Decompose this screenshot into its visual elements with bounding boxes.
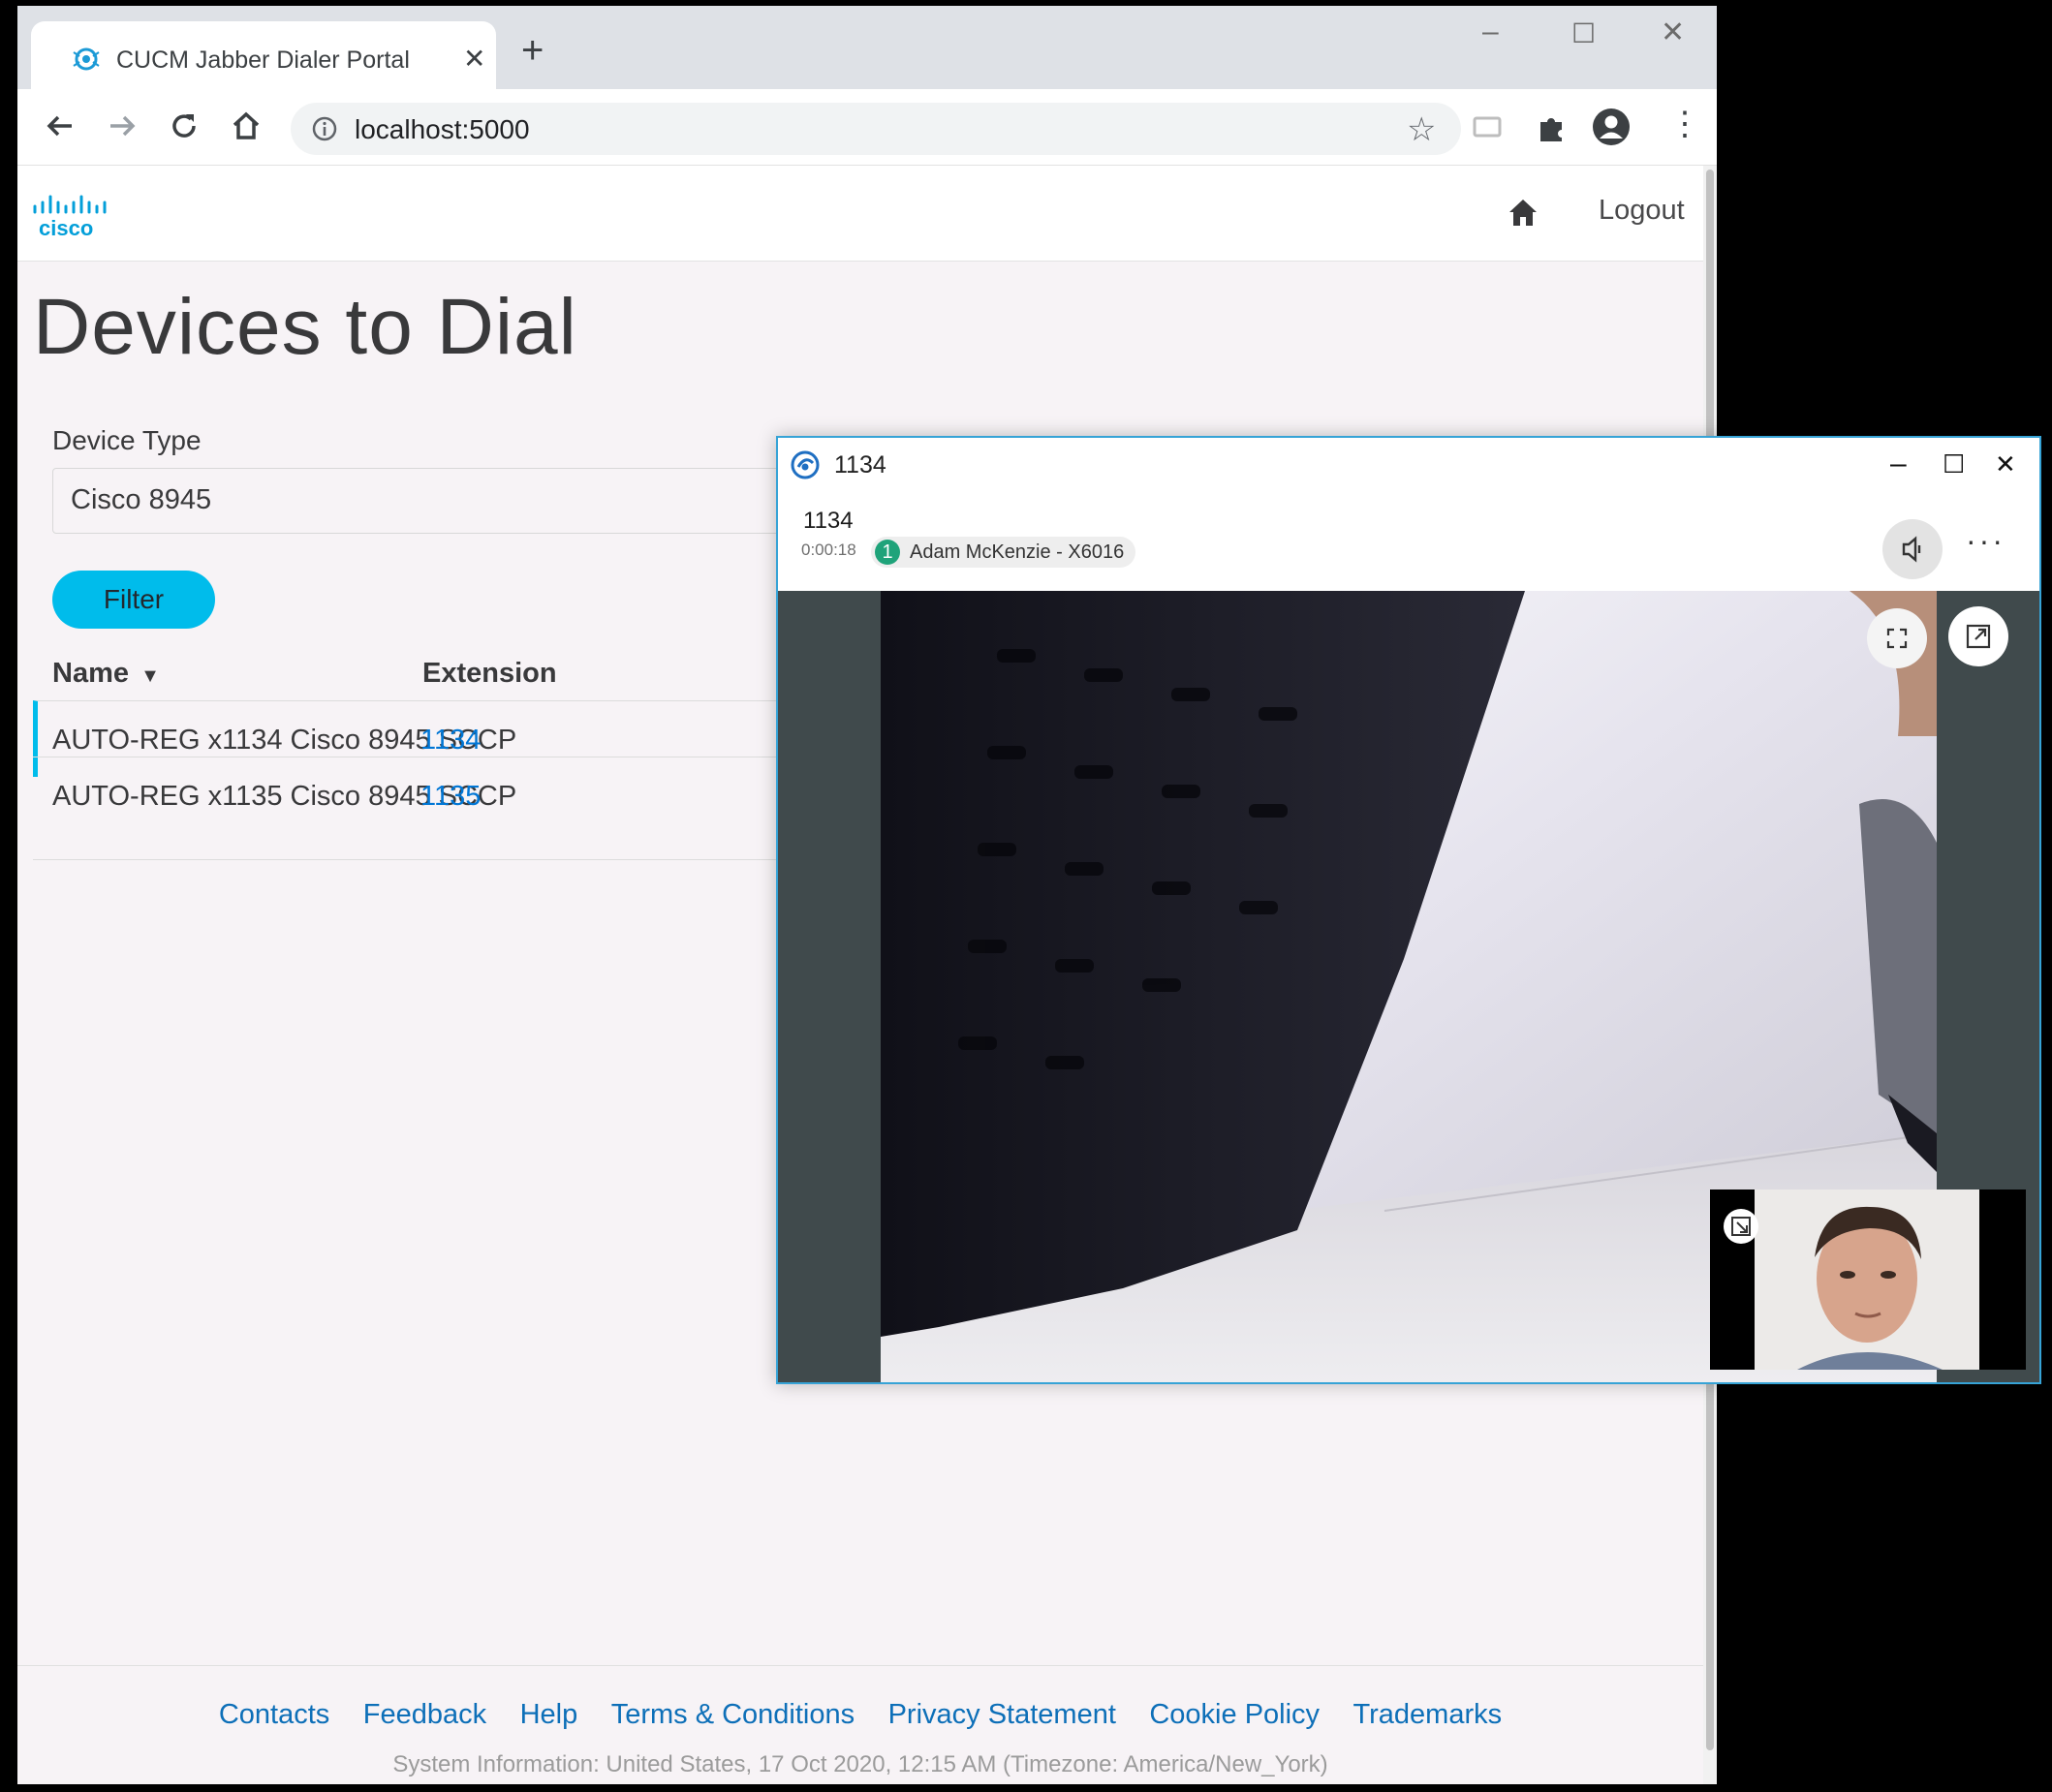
system-information: System Information: United States, 17 Oc… xyxy=(392,1751,1328,1777)
browser-menu-icon[interactable]: ⋮ xyxy=(1668,103,1701,145)
participant-chip[interactable]: 1 Adam McKenzie - X6016 xyxy=(871,537,1136,568)
column-header-extension[interactable]: Extension xyxy=(422,658,557,690)
url-text: localhost:5000 xyxy=(355,114,530,144)
tab-close-icon[interactable]: ✕ xyxy=(463,43,485,75)
home-icon[interactable] xyxy=(227,107,265,145)
minimize-icon[interactable]: – xyxy=(1482,15,1499,48)
more-options-icon[interactable]: ··· xyxy=(1966,525,2005,556)
footer-link-contacts[interactable]: Contacts xyxy=(219,1699,329,1730)
speaker-volume-button[interactable] xyxy=(1882,519,1943,579)
call-maximize-icon[interactable]: ☐ xyxy=(1943,449,1965,479)
tab-bar: CUCM Jabber Dialer Portal ✕ + – ☐ ✕ xyxy=(17,6,1717,89)
extension-link[interactable]: 1135 xyxy=(420,781,481,813)
column-header-name-label: Name xyxy=(52,658,129,689)
call-window-title: 1134 xyxy=(834,451,886,479)
close-window-icon[interactable]: ✕ xyxy=(1661,15,1685,49)
cast-icon[interactable] xyxy=(1471,110,1506,143)
call-info-bar: 1134 0:00:18 1 Adam McKenzie - X6016 ··· xyxy=(778,494,2039,591)
cisco-logo-text: cisco xyxy=(39,216,93,240)
site-home-icon[interactable] xyxy=(1506,195,1540,230)
filter-button[interactable]: Filter xyxy=(52,571,215,629)
call-duration: 0:00:18 xyxy=(801,541,856,559)
footer-link-feedback[interactable]: Feedback xyxy=(363,1699,486,1730)
self-view-video[interactable] xyxy=(1710,1190,2026,1370)
tab-title: CUCM Jabber Dialer Portal xyxy=(116,46,410,74)
jabber-logo-icon xyxy=(791,450,820,479)
fullscreen-icon xyxy=(1886,628,1908,649)
collapse-self-view-icon xyxy=(1731,1217,1751,1236)
cisco-logo[interactable]: cisco xyxy=(31,191,114,241)
footer-link-cookie-policy[interactable]: Cookie Policy xyxy=(1149,1699,1320,1730)
participant-count-badge: 1 xyxy=(875,540,900,565)
profile-icon[interactable] xyxy=(1591,107,1632,147)
device-type-value: Cisco 8945 xyxy=(71,484,212,515)
minimize-self-view-button[interactable] xyxy=(1724,1209,1758,1244)
jabber-call-window: 1134 – ☐ ✕ 1134 0:00:18 1 Adam McKenzie … xyxy=(776,436,2041,1384)
speaker-icon xyxy=(1902,536,1921,563)
logout-link[interactable]: Logout xyxy=(1599,195,1685,227)
video-area xyxy=(778,591,2039,1382)
call-minimize-icon[interactable]: – xyxy=(1890,448,1907,480)
extensions-puzzle-icon[interactable] xyxy=(1533,108,1570,145)
footer-link-help[interactable]: Help xyxy=(520,1699,578,1730)
address-bar[interactable]: localhost:5000 ☆ xyxy=(291,103,1461,155)
fullscreen-button[interactable] xyxy=(1867,608,1927,668)
bookmark-star-icon[interactable]: ☆ xyxy=(1407,110,1436,149)
site-header: cisco Logout xyxy=(17,166,1703,262)
maximize-icon[interactable]: ☐ xyxy=(1571,17,1596,49)
pop-out-icon xyxy=(1966,624,1991,649)
browser-tab[interactable]: CUCM Jabber Dialer Portal ✕ xyxy=(31,21,496,89)
browser-toolbar: localhost:5000 ☆ ⋮ xyxy=(17,89,1717,166)
forward-icon[interactable] xyxy=(103,107,141,145)
device-type-label: Device Type xyxy=(52,425,202,455)
jabber-favicon-icon xyxy=(73,47,100,71)
back-icon[interactable] xyxy=(41,107,79,145)
page-title: Devices to Dial xyxy=(33,283,577,371)
new-tab-icon[interactable]: + xyxy=(521,31,544,70)
call-window-titlebar[interactable]: 1134 – ☐ ✕ xyxy=(778,438,2039,494)
pop-out-video-button[interactable] xyxy=(1948,606,2008,666)
footer-link-privacy[interactable]: Privacy Statement xyxy=(888,1699,1116,1730)
page-footer: Contacts Feedback Help Terms & Condition… xyxy=(17,1665,1703,1784)
extension-link[interactable]: 1134 xyxy=(420,725,481,757)
call-number: 1134 xyxy=(803,508,854,534)
participant-name: Adam McKenzie - X6016 xyxy=(910,541,1125,563)
info-icon[interactable] xyxy=(310,114,339,143)
reload-icon[interactable] xyxy=(165,107,203,145)
footer-link-trademarks[interactable]: Trademarks xyxy=(1353,1699,1503,1730)
column-header-name[interactable]: Name ▼ xyxy=(52,658,160,690)
footer-links: Contacts Feedback Help Terms & Condition… xyxy=(17,1699,1703,1731)
call-close-icon[interactable]: ✕ xyxy=(1995,449,2016,479)
sort-caret-down-icon[interactable]: ▼ xyxy=(140,665,160,687)
footer-link-terms[interactable]: Terms & Conditions xyxy=(611,1699,855,1730)
